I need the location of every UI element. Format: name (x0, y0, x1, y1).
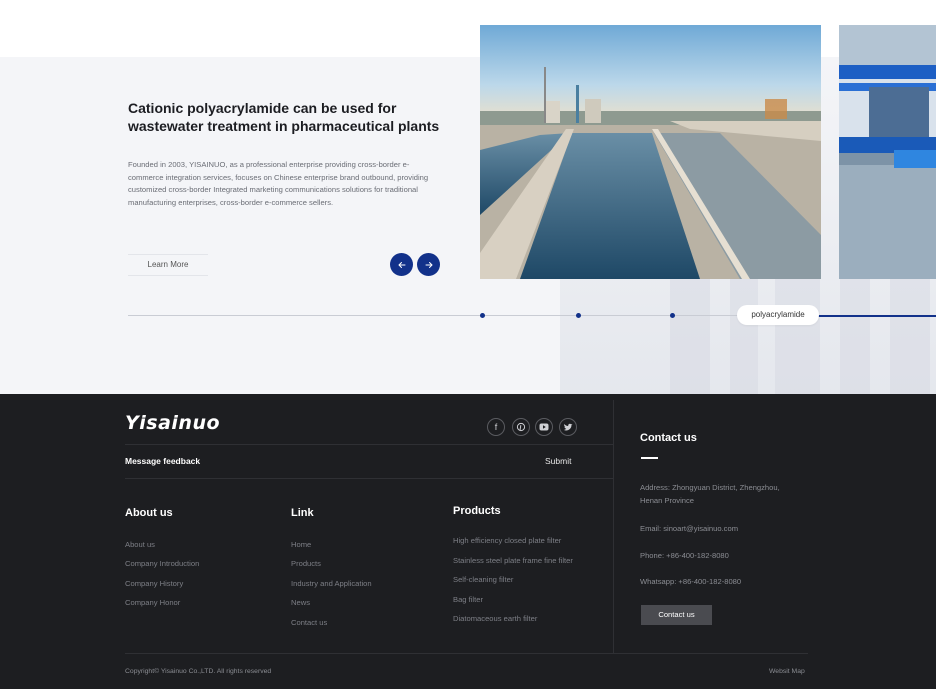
nav-link[interactable]: Home (291, 540, 311, 549)
contact-whatsapp[interactable]: Whatsapp: +86-400-182-8080 (640, 576, 810, 589)
timeline-label[interactable]: polyacrylamide (737, 305, 819, 325)
wastewater-plant-image (480, 25, 821, 279)
products-heading: Products (453, 505, 501, 517)
link-heading: Link (291, 507, 314, 519)
product-link[interactable]: Diatomaceous earth filter (453, 614, 537, 623)
youtube-icon[interactable] (535, 418, 553, 436)
product-link[interactable]: Self-cleaning filter (453, 575, 513, 584)
site-logo[interactable]: Yisainuo (125, 412, 220, 434)
timeline-dot[interactable] (480, 313, 485, 318)
arrow-left-icon (397, 261, 405, 268)
submit-button[interactable]: Submit (545, 456, 571, 466)
product-link[interactable]: High efficiency closed plate filter (453, 536, 561, 545)
timeline-dot[interactable] (576, 313, 581, 318)
nav-link[interactable]: Products (291, 559, 321, 568)
site-map-link[interactable]: Websit Map (769, 668, 805, 675)
timeline-dot[interactable] (670, 313, 675, 318)
nav-link[interactable]: News (291, 598, 310, 607)
contact-address: Address: Zhongyuan District, Zhengzhou, … (640, 483, 780, 505)
contact-phone[interactable]: Phone: +86-400-182-8080 (640, 550, 810, 563)
divider (125, 444, 613, 445)
learn-more-button[interactable]: Learn More (128, 254, 208, 276)
contact-us-heading: Contact us (640, 432, 697, 444)
next-slide-button[interactable] (417, 253, 440, 276)
hero-title: Cationic polyacrylamide can be used for … (128, 100, 440, 134)
site-footer: Yisainuo f Message feedback Submit About… (0, 394, 936, 689)
pinterest-icon[interactable] (512, 418, 530, 436)
about-us-heading: About us (125, 507, 173, 519)
facebook-icon[interactable]: f (487, 418, 505, 436)
divider (125, 653, 808, 654)
about-link[interactable]: Company Honor (125, 598, 180, 607)
arrow-right-icon (425, 261, 433, 268)
about-link[interactable]: Company History (125, 579, 183, 588)
nav-link[interactable]: Industry and Application (291, 579, 372, 588)
vertical-divider (613, 400, 614, 653)
aeration-tank-image (839, 25, 936, 279)
heading-underline (641, 457, 658, 459)
copyright-text: Copyright© Yisainuo Co.,LTD. All rights … (125, 668, 272, 675)
product-link[interactable]: Bag filter (453, 595, 483, 604)
timeline-progress (808, 315, 936, 317)
divider (125, 478, 613, 479)
message-feedback-label[interactable]: Message feedback (125, 456, 200, 466)
timeline-track (128, 315, 808, 316)
hero-description: Founded in 2003, YISAINUO, as a professi… (128, 160, 429, 207)
twitter-icon[interactable] (559, 418, 577, 436)
product-link[interactable]: Stainless steel plate frame fine filter (453, 556, 573, 565)
nav-link[interactable]: Contact us (291, 618, 327, 627)
contact-email[interactable]: Email: sinoart@yisainuo.com (640, 523, 810, 536)
about-link[interactable]: About us (125, 540, 155, 549)
about-link[interactable]: Company Introduction (125, 559, 199, 568)
prev-slide-button[interactable] (390, 253, 413, 276)
contact-us-button[interactable]: Contact us (641, 605, 712, 625)
